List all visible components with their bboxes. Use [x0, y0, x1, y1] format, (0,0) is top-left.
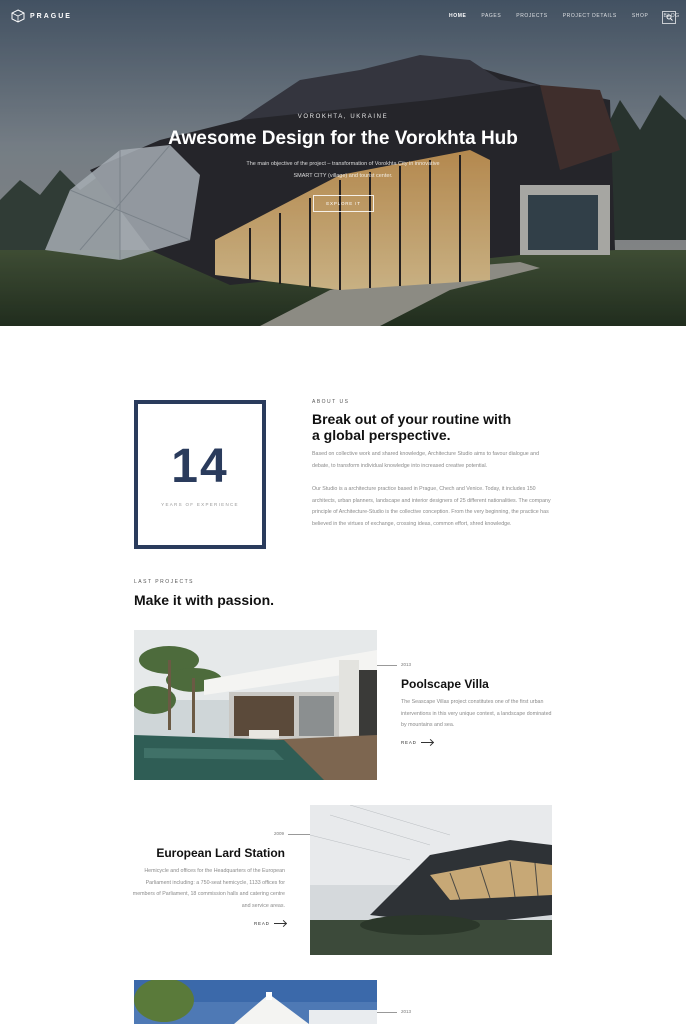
- project-title[interactable]: European Lard Station: [134, 846, 285, 860]
- project-description: Hemicycle and offices for the Headquarte…: [132, 868, 285, 909]
- main-nav: HOME PAGES PROJECTS PROJECT DETAILS SHOP…: [449, 13, 686, 19]
- read-more-label: READ: [254, 921, 270, 926]
- projects-title: Make it with passion.: [134, 592, 275, 608]
- nav-item-projects[interactable]: PROJECTS: [516, 13, 547, 19]
- about-title: Break out of your routine with a global …: [312, 411, 552, 443]
- brand-logo[interactable]: PRAGUE: [11, 9, 72, 23]
- project-image-poolscape-villa[interactable]: [134, 630, 377, 780]
- nav-item-shop[interactable]: SHOP: [632, 13, 649, 19]
- hero-subtitle-line2: SMART CITY (village) and tourist center.: [293, 173, 393, 179]
- project-year-line: [377, 665, 397, 666]
- logo-icon: [11, 9, 25, 23]
- search-icon: [666, 14, 673, 21]
- project-year: 2013: [401, 1009, 412, 1014]
- experience-box: 14 YEARS OF EXPERIENCE: [134, 400, 266, 549]
- project-year: 2013: [401, 662, 412, 667]
- hero-location: VOROKHTA, UKRAINE: [297, 114, 389, 120]
- project-photo: [310, 805, 552, 955]
- project-image-european-lard-station[interactable]: [310, 805, 552, 955]
- about-title-line2: a global perspective.: [312, 427, 451, 443]
- explore-button[interactable]: EXPLORE IT: [313, 195, 374, 212]
- nav-item-home[interactable]: HOME: [449, 13, 466, 19]
- brand-name: PRAGUE: [30, 12, 72, 20]
- read-more-link[interactable]: READ: [254, 921, 286, 926]
- about-title-line1: Break out of your routine with: [312, 411, 512, 427]
- project-year-line: [377, 1012, 397, 1013]
- projects-kicker: LAST PROJECTS: [134, 579, 194, 585]
- arrow-right-icon: [273, 923, 286, 924]
- hero-subtitle-line1: The main objective of the project – tran…: [246, 161, 440, 167]
- project-image-third[interactable]: [134, 980, 377, 1024]
- about-kicker: ABOUT US: [312, 399, 350, 405]
- project-year: 2009: [274, 831, 285, 836]
- hero-subtitle: The main objective of the project – tran…: [233, 158, 453, 182]
- project-photo: [134, 980, 377, 1024]
- about-paragraph-1: Based on collective work and shared know…: [312, 451, 540, 469]
- arrow-right-icon: [420, 742, 433, 743]
- experience-years: 14: [171, 440, 229, 493]
- project-title[interactable]: Poolscape Villa: [401, 677, 489, 691]
- nav-item-pages[interactable]: PAGES: [481, 13, 501, 19]
- hero-section: PRAGUE HOME PAGES PROJECTS PROJECT DETAI…: [0, 0, 686, 326]
- search-button[interactable]: [662, 11, 676, 24]
- read-more-link[interactable]: READ: [401, 740, 433, 745]
- project-photo: [134, 630, 377, 780]
- read-more-label: READ: [401, 740, 417, 745]
- hero-title: Awesome Design for the Vorokhta Hub: [168, 128, 518, 149]
- experience-label: YEARS OF EXPERIENCE: [161, 502, 239, 507]
- nav-item-project-details[interactable]: PROJECT DETAILS: [563, 13, 617, 19]
- about-paragraph-2: Our Studio is a architecture practice ba…: [312, 486, 551, 527]
- project-description: The Seascape Villas project constitutes …: [401, 699, 552, 728]
